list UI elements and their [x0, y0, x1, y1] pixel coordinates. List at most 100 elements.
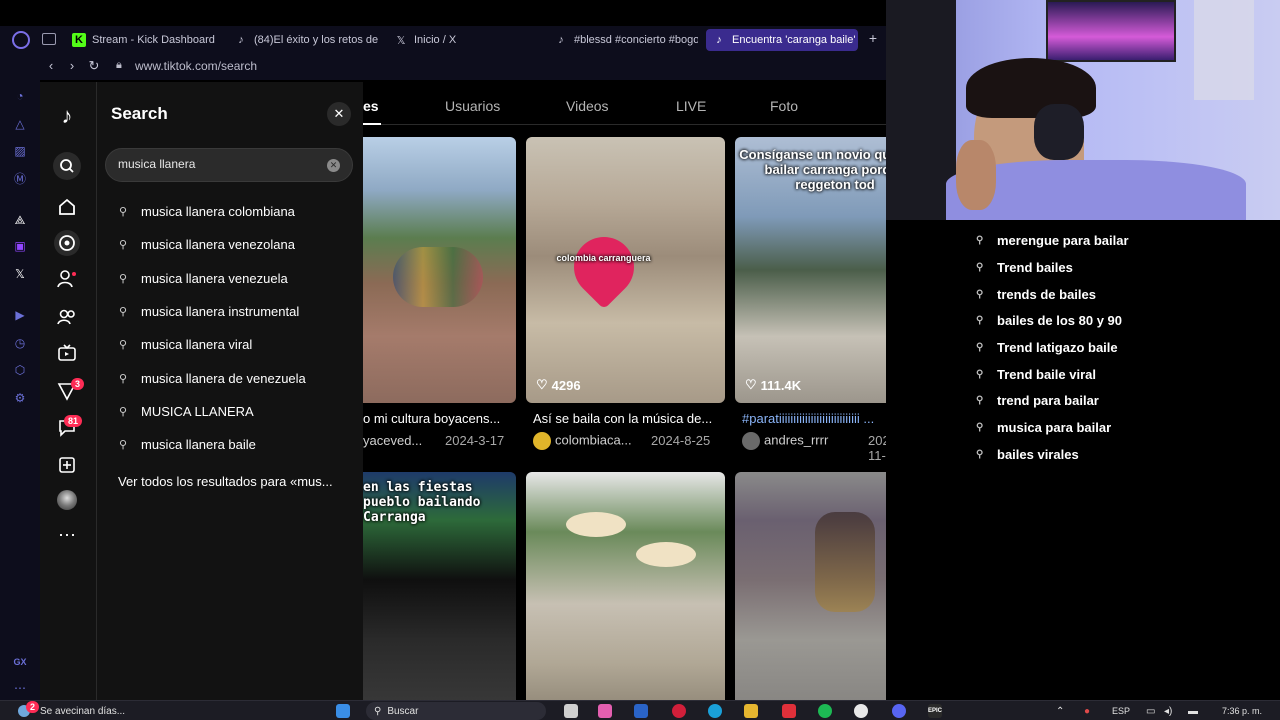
likes-count: ♡ 4296	[536, 377, 581, 393]
search-panel-title: Search	[111, 104, 168, 123]
language-indicator[interactable]: ESP	[1112, 704, 1130, 718]
video-caption[interactable]: #paratiiiiiiiiiiiiiiiiiiiiiiiiiiii ...	[742, 411, 886, 426]
more-icon[interactable]: ⋯	[54, 522, 80, 548]
tab-tiktok-2[interactable]: ♪ #blessd #concierto #bogo	[548, 29, 698, 51]
app-icon[interactable]	[634, 704, 648, 718]
close-icon[interactable]: ✕	[327, 102, 351, 126]
tray-chevron-icon[interactable]: ⌃	[1056, 704, 1064, 718]
task-view-icon[interactable]	[564, 704, 578, 718]
tab-overview-icon[interactable]	[42, 33, 56, 45]
microphone-icon[interactable]: ●	[1084, 704, 1090, 718]
back-button[interactable]: ‹	[43, 58, 59, 74]
video-caption[interactable]: Así se baila con la música de...	[533, 411, 723, 426]
tab-photos[interactable]: Foto	[770, 98, 798, 114]
messenger-icon[interactable]: Ⓜ	[12, 170, 28, 186]
video-thumbnail[interactable]: K	[363, 137, 516, 403]
lock-icon[interactable]: 🔒︎	[116, 59, 122, 72]
kick-sidebar-icon[interactable]: ⟁	[12, 212, 28, 228]
related-search-item[interactable]: ⚲ Trend baile viral	[976, 365, 1096, 383]
search-icon: ⚲	[119, 372, 128, 385]
settings-icon[interactable]: ⚙	[12, 390, 28, 406]
following-icon[interactable]	[54, 266, 80, 292]
profile-avatar[interactable]	[54, 487, 80, 513]
speed-dial-icon[interactable]: ◔	[12, 88, 28, 104]
suggestion-item[interactable]: ⚲ musica llanera venezolana	[119, 234, 295, 254]
windows-start-icon[interactable]	[336, 704, 350, 718]
edge-icon[interactable]	[708, 704, 722, 718]
tab-tiktok-1[interactable]: ♪ (84)El éxito y los retos de	[228, 29, 378, 51]
volume-icon[interactable]: ◂)	[1164, 704, 1172, 718]
suggestion-item[interactable]: ⚲ MUSICA LLANERA	[119, 401, 254, 421]
suggestion-item[interactable]: ⚲ musica llanera venezuela	[119, 268, 288, 288]
x-sidebar-icon[interactable]: 𝕏	[12, 266, 28, 282]
tiktok-logo-icon[interactable]: ♪	[54, 103, 80, 129]
video-thumbnail[interactable]: en las fiestas pueblo bailando Carranga	[363, 472, 516, 700]
related-search-item[interactable]: ⚲ Trend latigazo baile	[976, 338, 1118, 356]
search-panel: Search ✕ ✕ ⚲ musica llanera colombiana ⚲ m…	[97, 82, 363, 700]
history-icon[interactable]: ◷	[12, 335, 28, 351]
clear-search-icon[interactable]: ✕	[327, 159, 340, 172]
search-input[interactable]	[118, 157, 318, 171]
epic-games-icon[interactable]: EPIC	[928, 704, 942, 718]
related-search-item[interactable]: ⚲ Trend bailes	[976, 258, 1073, 276]
new-tab-button[interactable]: +	[866, 31, 880, 45]
video-thumbnail[interactable]: Consíganse un novio que sepa bailar carr…	[735, 137, 886, 403]
related-search-item[interactable]: ⚲ bailes virales	[976, 445, 1079, 463]
related-search-item[interactable]: ⚲ merengue para bailar	[976, 231, 1129, 249]
obs-icon[interactable]	[854, 704, 868, 718]
video-author[interactable]: yaceved...	[363, 433, 422, 448]
explore-icon[interactable]	[54, 230, 80, 256]
gx-icon[interactable]: GX	[12, 654, 28, 670]
video-author[interactable]: andres_rrrr	[742, 432, 828, 450]
extensions-icon[interactable]: ⬡	[12, 362, 28, 378]
tab-tiktok-active[interactable]: ♪ Encuentra 'caranga baile'	[706, 29, 858, 51]
tab-x[interactable]: 𝕏 Inicio / X	[388, 29, 538, 51]
video-thumbnail[interactable]	[526, 472, 725, 700]
forward-button[interactable]: ›	[64, 58, 80, 74]
app-icon[interactable]	[782, 704, 796, 718]
video-thumbnail[interactable]	[735, 472, 886, 700]
related-search-item[interactable]: ⚲ bailes de los 80 y 90	[976, 311, 1122, 329]
suggestion-item[interactable]: ⚲ musica llanera colombiana	[119, 201, 295, 221]
friends-icon[interactable]	[54, 304, 80, 330]
tab-users[interactable]: Usuarios	[445, 98, 500, 114]
suggestion-item[interactable]: ⚲ musica llanera de venezuela	[119, 368, 306, 388]
streamer-hand	[956, 140, 996, 210]
suggestion-item[interactable]: ⚲ musica llanera instrumental	[119, 301, 299, 321]
see-all-results-link[interactable]: Ver todos los resultados para «mus...	[118, 474, 333, 489]
video-author[interactable]: colombiaca...	[533, 432, 632, 450]
related-search-item[interactable]: ⚲ trend para bailar	[976, 391, 1099, 409]
battery-icon[interactable]: ▬	[1188, 704, 1198, 718]
taskbar-search[interactable]: ⚲ Buscar	[366, 702, 546, 720]
tab-top[interactable]: es	[363, 98, 379, 114]
home-icon[interactable]	[54, 194, 80, 220]
suggestion-item[interactable]: ⚲ musica llanera baile	[119, 434, 256, 454]
tab-videos[interactable]: Videos	[566, 98, 609, 114]
clock[interactable]: 7:36 p. m.	[1222, 704, 1262, 718]
search-icon: ⚲	[976, 421, 984, 433]
discord-icon[interactable]	[892, 704, 906, 718]
tab-live[interactable]: LIVE	[676, 98, 706, 114]
video-thumbnail[interactable]: colombia carranguera ♡ 4296	[526, 137, 725, 403]
player-icon[interactable]: ▶	[12, 307, 28, 323]
twitch-stream-icon[interactable]: ▨	[12, 143, 28, 159]
opera-logo-icon[interactable]	[12, 31, 30, 49]
network-icon[interactable]: ▭	[1146, 704, 1155, 718]
video-caption[interactable]: o mi cultura boyacens...	[363, 411, 515, 426]
related-search-item[interactable]: ⚲ musica para bailar	[976, 418, 1111, 436]
file-explorer-icon[interactable]	[744, 704, 758, 718]
search-icon[interactable]	[53, 152, 81, 180]
upload-icon[interactable]	[54, 452, 80, 478]
more-sidebar-icon[interactable]: ⋯	[12, 680, 28, 696]
aria-icon[interactable]: △	[12, 116, 28, 132]
tab-kick[interactable]: K Stream - Kick Dashboard	[66, 29, 216, 51]
suggestion-item[interactable]: ⚲ musica llanera viral	[119, 334, 252, 354]
reload-button[interactable]: ↻	[86, 58, 102, 74]
twitch-icon[interactable]: ▣	[12, 238, 28, 254]
live-icon[interactable]	[54, 340, 80, 366]
copilot-icon[interactable]	[598, 704, 612, 718]
url-field[interactable]: www.tiktok.com/search	[135, 59, 257, 73]
spotify-icon[interactable]	[818, 704, 832, 718]
opera-gx-taskbar-icon[interactable]	[672, 704, 686, 718]
related-search-item[interactable]: ⚲ trends de bailes	[976, 285, 1096, 303]
